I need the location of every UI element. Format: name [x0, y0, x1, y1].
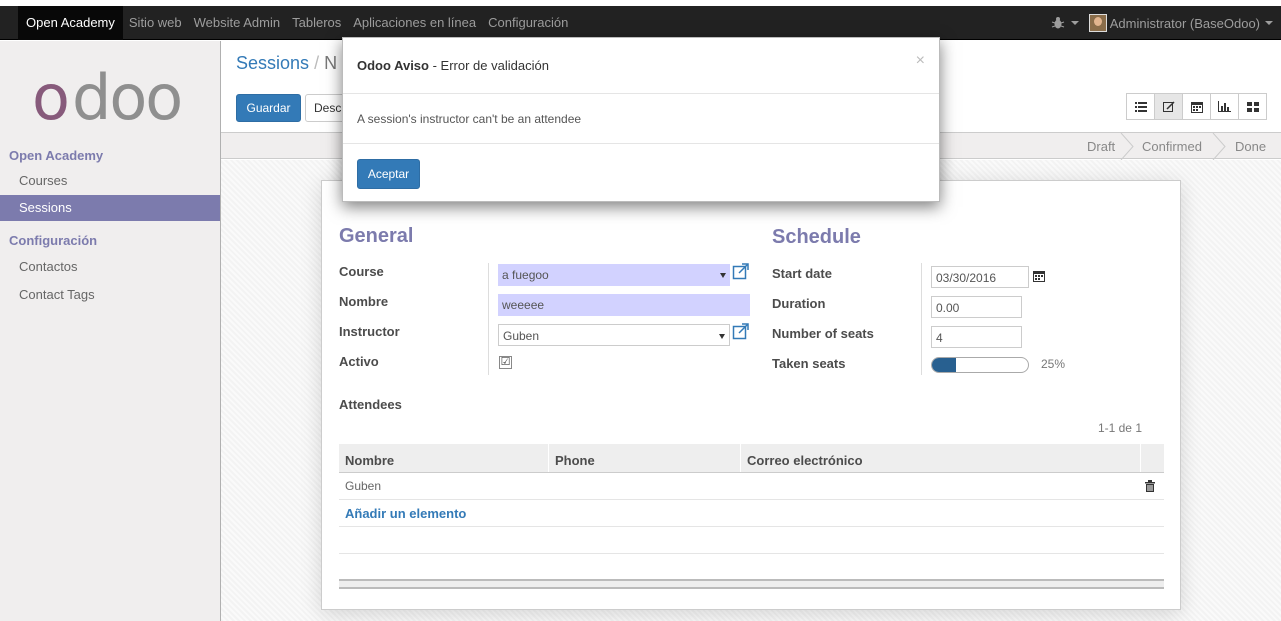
column-header-phone[interactable]: Phone — [549, 444, 741, 472]
status-done[interactable]: Done — [1235, 133, 1266, 160]
svg-text:doo: doo — [72, 61, 181, 131]
column-divider — [921, 263, 922, 375]
chevron-down-icon[interactable] — [719, 334, 725, 339]
taken-seats-label: Taken seats — [772, 356, 846, 371]
sidebar: o doo Open Academy Courses Sessions Conf… — [0, 41, 221, 621]
column-divider — [488, 263, 489, 375]
calendar-view-icon[interactable] — [1182, 93, 1211, 120]
table-header: Nombre Phone Correo electrónico — [339, 444, 1164, 473]
chevron-down-icon[interactable] — [720, 273, 726, 278]
form-background: General Schedule Course a fuegoo Nombre … — [221, 160, 1281, 621]
active-label: Activo — [339, 354, 379, 369]
menu-configuracion[interactable]: Configuración — [482, 6, 574, 40]
instructor-field[interactable]: Guben — [498, 324, 730, 346]
svg-text:o: o — [32, 61, 68, 131]
trash-icon[interactable] — [1145, 480, 1155, 492]
column-header-email[interactable]: Correo electrónico — [741, 444, 1141, 472]
status-draft[interactable]: Draft — [1087, 133, 1115, 160]
user-name[interactable]: Administrator (BaseOdoo) — [1110, 16, 1260, 31]
status-confirmed[interactable]: Confirmed — [1142, 133, 1202, 160]
dialog-title: Odoo Aviso - Error de validación — [357, 58, 549, 73]
pager[interactable]: 1-1 de 1 — [1098, 421, 1142, 435]
seats-field[interactable]: 4 — [931, 326, 1022, 348]
sidebar-item-contact-tags[interactable]: Contact Tags — [0, 282, 220, 308]
odoo-logo[interactable]: o doo — [30, 61, 195, 131]
dialog-title-strong: Odoo Aviso — [357, 58, 429, 73]
dialog-title-rest: - Error de validación — [428, 58, 549, 73]
top-navbar: Open Academy Sitio web Website Admin Tab… — [0, 6, 1281, 40]
course-field[interactable]: a fuegoo — [498, 264, 730, 286]
progress-fill — [932, 358, 956, 372]
start-date-field[interactable]: 03/30/2016 — [931, 266, 1029, 288]
menu-aplicaciones[interactable]: Aplicaciones en línea — [347, 6, 482, 40]
breadcrumb: Sessions / N — [236, 53, 337, 74]
discard-button[interactable]: Desc — [305, 94, 345, 122]
validation-error-dialog: Odoo Aviso - Error de validación × A ses… — [342, 37, 940, 202]
view-switcher — [1126, 93, 1267, 120]
sidebar-section-configuracion: Configuración — [9, 233, 98, 248]
instructor-label: Instructor — [339, 324, 400, 339]
debug-caret-icon[interactable] — [1070, 21, 1079, 25]
menu-sitio-web[interactable]: Sitio web — [123, 6, 188, 40]
seats-label: Number of seats — [772, 326, 874, 341]
avatar[interactable] — [1088, 14, 1107, 32]
name-label: Nombre — [339, 294, 389, 309]
attendees-label: Attendees — [339, 397, 402, 412]
column-header-nombre[interactable]: Nombre — [339, 444, 549, 472]
course-label: Course — [339, 264, 384, 279]
sidebar-section-open-academy: Open Academy — [9, 148, 104, 163]
list-view-icon[interactable] — [1126, 93, 1155, 120]
schedule-heading: Schedule — [772, 226, 861, 248]
general-heading: General — [339, 225, 414, 247]
column-header-actions — [1141, 444, 1164, 472]
course-value: a fuegoo — [502, 268, 549, 282]
cell-nombre: Guben — [345, 479, 382, 493]
form-sheet: General Schedule Course a fuegoo Nombre … — [321, 180, 1181, 610]
graph-view-icon[interactable] — [1210, 93, 1239, 120]
breadcrumb-separator: / — [314, 53, 320, 73]
menu-open-academy[interactable]: Open Academy — [18, 6, 123, 40]
name-field[interactable]: weeeee — [498, 294, 750, 316]
menu-tableros[interactable]: Tableros — [286, 6, 347, 40]
bug-icon[interactable] — [1051, 16, 1065, 30]
active-checkbox[interactable]: ☑ — [499, 356, 512, 369]
form-view-icon[interactable] — [1154, 93, 1183, 120]
menu-website-admin[interactable]: Website Admin — [188, 6, 286, 40]
calendar-icon[interactable] — [1033, 270, 1045, 282]
taken-seats-progress — [931, 357, 1029, 373]
external-link-icon[interactable] — [732, 322, 750, 340]
sidebar-item-courses[interactable]: Courses — [0, 168, 220, 194]
breadcrumb-sessions[interactable]: Sessions — [236, 53, 309, 73]
empty-row — [339, 527, 1164, 554]
kanban-view-icon[interactable] — [1238, 93, 1267, 120]
user-area: Administrator (BaseOdoo) — [1051, 6, 1273, 40]
taken-seats-percent: 25% — [1041, 357, 1066, 371]
dialog-header: Odoo Aviso - Error de validación × — [343, 38, 939, 94]
instructor-value: Guben — [503, 329, 540, 343]
add-item-link[interactable]: Añadir un elemento — [339, 500, 1164, 527]
attendees-table: Nombre Phone Correo electrónico Guben Añ… — [339, 444, 1164, 554]
dialog-divider — [343, 143, 939, 144]
table-row[interactable]: Guben — [339, 473, 1164, 500]
accept-button[interactable]: Aceptar — [357, 159, 420, 189]
dialog-message: A session's instructor can't be an atten… — [357, 112, 582, 126]
table-footer — [339, 579, 1164, 589]
breadcrumb-current: N — [324, 53, 338, 73]
sidebar-item-contactos[interactable]: Contactos — [0, 254, 220, 280]
duration-label: Duration — [772, 296, 826, 311]
save-button[interactable]: Guardar — [236, 94, 301, 122]
user-caret-icon[interactable] — [1265, 21, 1273, 25]
sidebar-item-sessions[interactable]: Sessions — [0, 195, 220, 221]
top-menu: Open Academy Sitio web Website Admin Tab… — [18, 6, 574, 40]
external-link-icon[interactable] — [732, 262, 750, 280]
status-arrow-icon — [1120, 133, 1134, 160]
close-icon[interactable]: × — [916, 52, 925, 70]
duration-field[interactable]: 0.00 — [931, 296, 1022, 318]
start-date-label: Start date — [772, 266, 832, 281]
status-arrow-icon — [1212, 133, 1226, 160]
